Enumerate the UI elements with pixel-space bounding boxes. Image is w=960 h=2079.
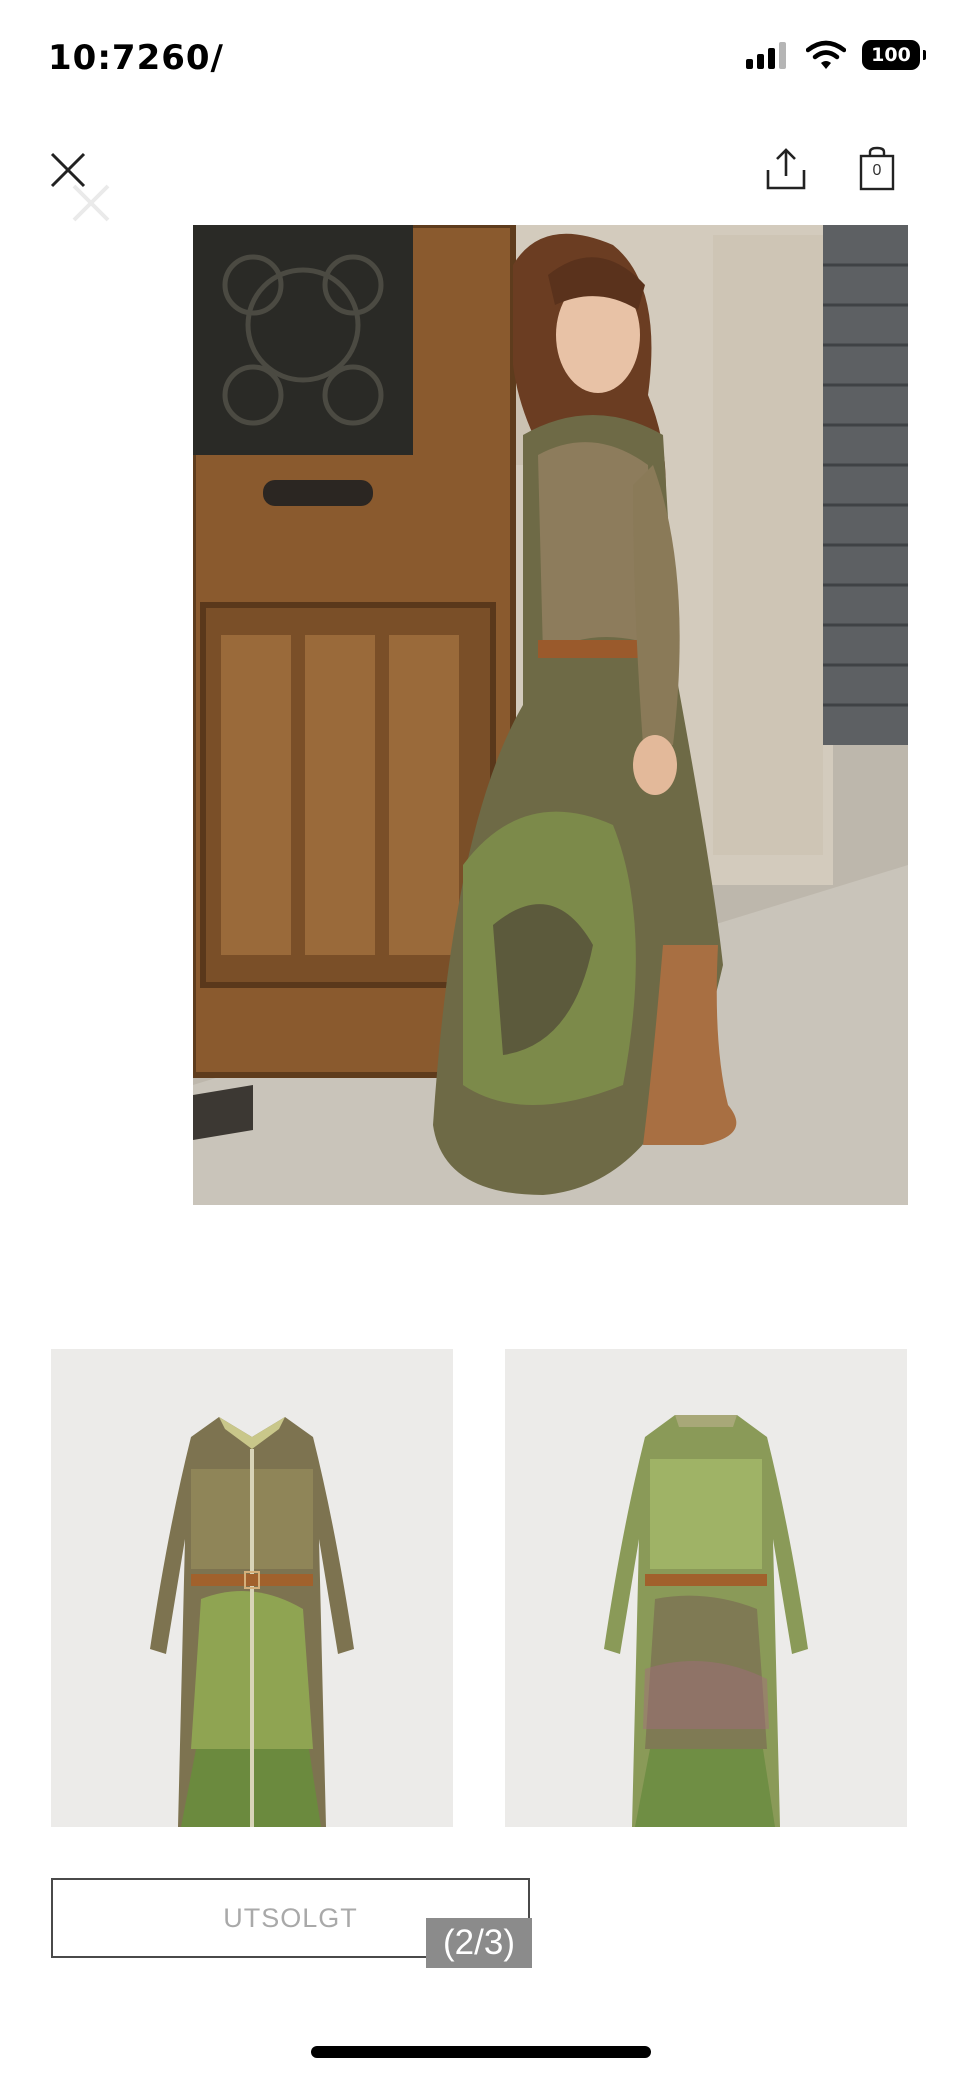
home-indicator[interactable] <box>311 2046 651 2058</box>
status-icons: 100 <box>746 40 926 70</box>
product-main-photo[interactable] <box>193 225 908 1205</box>
wifi-icon <box>806 40 846 69</box>
status-time: 10:7260∕ <box>48 38 224 78</box>
status-bar: 10:7260∕ 100 <box>0 0 960 120</box>
close-ghost-icon <box>72 184 110 222</box>
share-icon[interactable] <box>762 146 810 194</box>
battery-icon: 100 <box>862 40 926 70</box>
product-thumbnail-back[interactable] <box>505 1349 907 1827</box>
dress-front-illustration <box>51 1349 453 1827</box>
signal-icon <box>746 42 786 69</box>
model-photo-illustration <box>193 225 908 1205</box>
shopping-bag-button[interactable]: 0 <box>858 146 896 192</box>
battery-level: 100 <box>871 44 911 66</box>
sold-out-label: UTSOLGT <box>223 1902 358 1933</box>
product-thumbnail-front[interactable] <box>51 1349 453 1827</box>
bag-count: 0 <box>872 162 882 179</box>
dress-back-illustration <box>505 1349 907 1827</box>
image-page-indicator: (2/3) <box>426 1918 532 1968</box>
